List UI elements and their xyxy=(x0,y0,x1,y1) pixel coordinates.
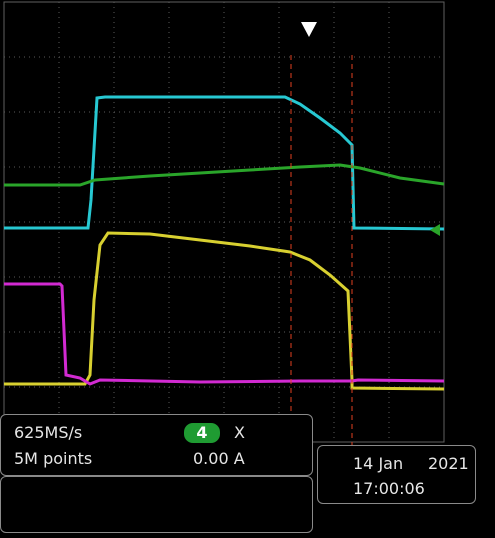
time: 17:00:06 xyxy=(353,479,425,498)
year: 2021 xyxy=(428,454,469,473)
record-length: 5M points xyxy=(14,449,93,468)
lower-panel[interactable] xyxy=(0,476,313,533)
acquisition-panel[interactable]: 625MS/s 5M points 4 X 0.00 A xyxy=(0,414,313,476)
measurement-label: X xyxy=(234,423,245,442)
sample-rate: 625MS/s xyxy=(14,423,83,442)
measurement-value: 0.00 A xyxy=(193,449,245,468)
date: 14 Jan xyxy=(353,454,404,473)
datetime-panel[interactable]: 14 Jan 2021 17:00:06 xyxy=(317,445,476,504)
channel-badge[interactable]: 4 xyxy=(184,423,220,443)
